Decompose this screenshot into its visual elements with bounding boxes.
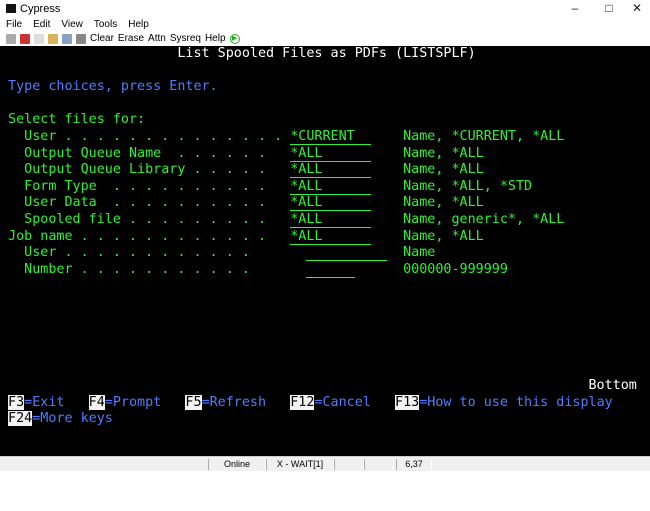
terminal-screen[interactable]: List Spooled Files as PDFs (LISTSPLF) Ty… <box>0 46 650 456</box>
field-label: Spooled file . . . . . . . . . <box>24 212 267 227</box>
clear-button[interactable]: Clear <box>90 33 114 44</box>
connect-icon[interactable] <box>6 33 16 44</box>
field-row-job-name: Job name . . . . . . . . . . . . *ALL Na… <box>0 229 650 246</box>
sysreq-button[interactable]: Sysreq <box>170 33 201 44</box>
maximize-button[interactable]: □ <box>594 0 624 17</box>
f13-help[interactable]: F13=How to use this display <box>395 394 613 412</box>
disconnect-icon[interactable] <box>20 33 30 44</box>
field-hint: Name, *ALL <box>403 195 484 211</box>
field-label: Output Queue Library . . . . . <box>24 162 267 178</box>
fkey-label: =Prompt <box>104 394 162 410</box>
field-hint: Name, *ALL <box>403 228 484 244</box>
title-bar: Cypress – □ ✕ <box>0 0 650 17</box>
screen-title: List Spooled Files as PDFs (LISTSPLF) <box>177 46 476 61</box>
field-hint: Name, *ALL, *STD <box>403 178 533 194</box>
field-label: Form Type . . . . . . . . . . <box>24 178 267 194</box>
menu-help[interactable]: Help <box>122 19 154 30</box>
fkey-label: =More keys <box>32 411 113 427</box>
fkey: F5 <box>185 394 202 410</box>
form-type-input[interactable]: *ALL <box>290 179 371 195</box>
job-user-input[interactable] <box>306 245 387 262</box>
menu-view[interactable]: View <box>55 19 88 30</box>
fkey: F3 <box>8 394 25 410</box>
output-queue-input[interactable]: *ALL <box>290 146 371 162</box>
minimize-button[interactable]: – <box>560 0 590 17</box>
field-label: Number . . . . . . . . . . . <box>24 261 250 277</box>
fkey: F12 <box>290 394 315 410</box>
settings-icon[interactable] <box>76 33 86 44</box>
field-label: User . . . . . . . . . . . . <box>24 245 250 261</box>
help-button[interactable]: Help <box>205 33 226 44</box>
toolbar: Clear Erase Attn Sysreq Help ▶ <box>0 31 650 46</box>
field-hint: Name <box>403 245 436 261</box>
field-row-user-data: User Data . . . . . . . . . . *ALL Name,… <box>0 195 650 212</box>
fkey-label: =Refresh <box>201 394 267 410</box>
more-indicator: Bottom <box>588 378 637 393</box>
output-queue-library-input[interactable]: *ALL <box>290 162 371 179</box>
field-row-form-type: Form Type . . . . . . . . . . *ALL Name,… <box>0 179 650 196</box>
field-row-outq-lib: Output Queue Library . . . . . *ALL Name… <box>0 162 650 179</box>
user-input[interactable]: *CURRENT <box>290 129 371 145</box>
field-label: Job name . . . . . . . . . . . . <box>8 228 267 244</box>
print-icon[interactable] <box>62 33 72 44</box>
f4-prompt[interactable]: F4=Prompt <box>88 394 162 412</box>
window-title: Cypress <box>20 2 61 15</box>
cursor-position: 6,37 <box>396 459 432 470</box>
f24-more-keys[interactable]: F24=More keys <box>8 411 113 428</box>
field-hint: 000000-999999 <box>403 261 508 277</box>
field-row-job-user: User . . . . . . . . . . . . Name <box>0 245 650 262</box>
user-data-input[interactable]: *ALL <box>290 195 371 212</box>
fkey: F13 <box>395 394 420 410</box>
keyboard-state: X - WAIT[1] <box>266 459 334 470</box>
field-row-outq: Output Queue Name . . . . . . *ALL Name,… <box>0 146 650 163</box>
field-hint: Name, generic*, *ALL <box>403 212 565 227</box>
fkey: F4 <box>88 394 105 410</box>
attn-button[interactable]: Attn <box>148 33 166 44</box>
menu-tools[interactable]: Tools <box>88 19 122 30</box>
close-button[interactable]: ✕ <box>622 0 650 17</box>
spooled-file-input[interactable]: *ALL <box>290 212 371 228</box>
field-hint: Name, *ALL <box>403 145 484 161</box>
erase-button[interactable]: Erase <box>118 33 144 44</box>
fkey: F24 <box>8 411 33 427</box>
field-row-job-number: Number . . . . . . . . . . . 000000-9999… <box>0 262 650 279</box>
fkey-label: =How to use this display <box>419 394 613 410</box>
fkey-label: =Cancel <box>314 394 371 410</box>
field-hint: Name, *CURRENT, *ALL <box>403 129 565 144</box>
menu-file[interactable]: File <box>0 19 27 30</box>
menu-bar: File Edit View Tools Help <box>0 17 650 31</box>
f12-cancel[interactable]: F12=Cancel <box>290 394 371 412</box>
field-hint: Name, *ALL <box>403 162 484 178</box>
field-label: User Data . . . . . . . . . . <box>24 195 267 211</box>
field-label: Output Queue Name . . . . . . <box>24 145 267 161</box>
field-label: User . . . . . . . . . . . . . . <box>24 129 283 144</box>
status-bar: Online X - WAIT[1] 6,37 <box>0 456 650 471</box>
connection-status: Online <box>208 459 266 470</box>
field-row-user: User . . . . . . . . . . . . . . *CURREN… <box>0 129 650 146</box>
job-number-input[interactable] <box>306 262 355 278</box>
f3-exit[interactable]: F3=Exit <box>8 394 65 412</box>
status-cell-empty <box>334 459 364 470</box>
section-label: Select files for: <box>8 112 146 128</box>
instruction-text: Type choices, press Enter. <box>8 79 218 95</box>
fkey-label: =Exit <box>24 394 65 410</box>
f5-refresh[interactable]: F5=Refresh <box>185 394 267 412</box>
app-icon <box>6 4 16 13</box>
menu-edit[interactable]: Edit <box>27 19 55 30</box>
job-name-input[interactable]: *ALL <box>290 229 371 245</box>
paste-icon[interactable] <box>48 33 58 44</box>
play-icon[interactable]: ▶ <box>229 33 240 44</box>
copy-icon[interactable] <box>34 33 44 44</box>
status-cell-empty <box>364 459 394 470</box>
field-row-spooled-file: Spooled file . . . . . . . . . *ALL Name… <box>0 212 650 229</box>
